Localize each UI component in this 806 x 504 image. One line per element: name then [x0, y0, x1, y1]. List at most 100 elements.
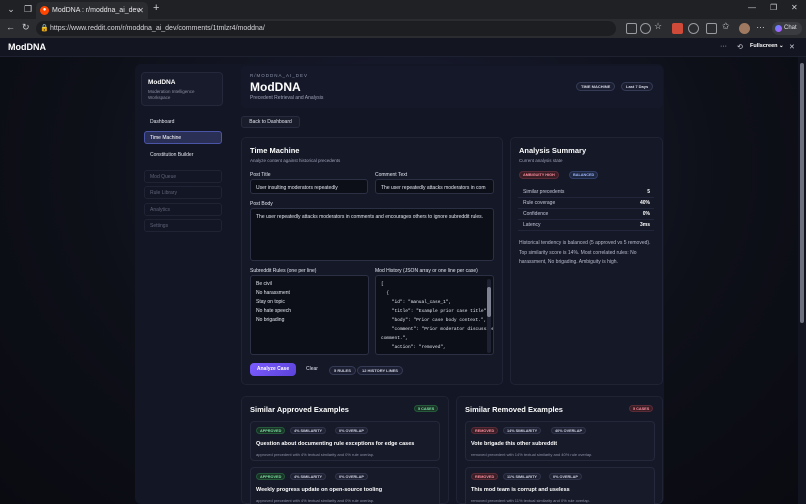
- history-scrollbar[interactable]: [487, 279, 491, 353]
- overlap-badge: 0% OVERLAP: [549, 473, 582, 480]
- approved-count-badge: 5 CASES: [414, 405, 439, 412]
- profile-avatar[interactable]: [739, 23, 750, 34]
- minimize-icon[interactable]: —: [748, 3, 756, 12]
- back-icon[interactable]: ←: [6, 22, 15, 32]
- example-description: approved precedent with 4% textual simil…: [256, 452, 375, 457]
- approved-example-item[interactable]: APPROVED 4% SIMILARITY 0% OVERLAP Weekly…: [250, 467, 440, 504]
- analyze-case-button[interactable]: Analyze Case: [250, 363, 296, 376]
- browser-tab[interactable]: ● ModDNA : r/moddna_ai_dev ✕: [36, 2, 148, 19]
- sidebar-item-time-machine[interactable]: Time Machine: [144, 131, 222, 144]
- analysis-summary-title: Analysis Summary: [519, 146, 587, 155]
- app-header: ModDNA ··· ⟲ Fullscreen ⌄ ✕: [0, 38, 806, 57]
- stat-value: 0%: [642, 211, 650, 217]
- ambiguity-badge: AMBIGUITY HIGH: [519, 171, 559, 179]
- status-badge: APPROVED: [256, 427, 286, 434]
- sidebar-item-constitution-builder[interactable]: Constitution Builder: [144, 148, 222, 161]
- chat-button[interactable]: Chat: [772, 22, 802, 35]
- stat-value: 5: [647, 189, 650, 195]
- sidebar-item-settings[interactable]: Settings: [144, 219, 222, 232]
- overlap-badge: 0% OVERLAP: [335, 427, 368, 434]
- history-text: [ { "id": "manual_case_1", "title": "Exa…: [381, 282, 494, 350]
- example-title: Question about documenting rule exceptio…: [256, 441, 415, 447]
- rules-textarea[interactable]: Be civil No harassment Stay on topic No …: [250, 275, 369, 355]
- example-description: approved precedent with 4% textual simil…: [256, 498, 375, 503]
- lock-icon: 🔒: [40, 25, 49, 32]
- removed-example-item[interactable]: REMOVED 11% SIMILARITY 0% OVERLAP This m…: [465, 467, 655, 504]
- rule-line: Stay on topic: [256, 299, 285, 305]
- share-icon[interactable]: ⟲: [737, 43, 743, 51]
- split-screen-icon[interactable]: [706, 23, 717, 34]
- overlap-badge: 40% OVERLAP: [551, 427, 587, 434]
- close-app-icon[interactable]: ✕: [789, 43, 795, 51]
- sidebar-item-mod-queue[interactable]: Mod Queue: [144, 170, 222, 183]
- removed-example-item[interactable]: REMOVED 14% SIMILARITY 40% OVERLAP Vote …: [465, 421, 655, 461]
- more-icon[interactable]: …: [756, 20, 767, 31]
- stat-label: Latency: [523, 222, 541, 228]
- window-close-icon[interactable]: ✕: [791, 3, 798, 12]
- address-bar[interactable]: 🔒 https://www.reddit.com/r/moddna_ai_dev…: [36, 21, 616, 36]
- time-machine-subtitle: Analyze content against historical prece…: [250, 158, 341, 163]
- more-options-icon[interactable]: ···: [720, 43, 727, 50]
- app-available-icon[interactable]: [626, 23, 637, 34]
- stat-similar-precedents: Similar precedents 5: [518, 187, 654, 198]
- page-title: ModDNA: [250, 80, 301, 94]
- extension-icon[interactable]: [672, 23, 683, 34]
- comment-text-input[interactable]: The user repeatedly attacks moderators i…: [375, 179, 494, 194]
- workspaces-icon[interactable]: ❐: [20, 3, 36, 16]
- history-count-chip: 12 HISTORY LINES: [357, 366, 403, 375]
- tab-title: ModDNA : r/moddna_ai_dev: [52, 7, 140, 14]
- zoom-icon[interactable]: [640, 23, 651, 34]
- fullscreen-button[interactable]: Fullscreen ⌄: [750, 43, 784, 49]
- page-scrollbar[interactable]: [798, 57, 806, 504]
- sidebar-item-rule-library[interactable]: Rule Library: [144, 186, 222, 199]
- stat-value: 40%: [639, 200, 650, 206]
- stat-rule-coverage: Rule coverage 40%: [518, 198, 654, 209]
- copilot-icon[interactable]: [688, 23, 699, 34]
- comment-text-label: Comment Text: [375, 172, 408, 178]
- rules-label: Subreddit Rules (one per line): [250, 268, 317, 274]
- post-body-textarea[interactable]: The user repeatedly attacks moderators i…: [250, 208, 494, 261]
- scrollbar-thumb[interactable]: [800, 63, 804, 323]
- history-label: Mod History (JSON array or one line per …: [375, 268, 478, 274]
- status-badge: APPROVED: [256, 473, 286, 480]
- favorite-star-icon[interactable]: ☆: [654, 21, 665, 32]
- fullscreen-label: Fullscreen: [750, 43, 778, 49]
- browser-chrome: ⌄ ❐ ● ModDNA : r/moddna_ai_dev ✕ + — ❐ ✕…: [0, 0, 806, 38]
- favorites-icon[interactable]: ✩: [722, 21, 733, 32]
- sidebar-item-dashboard[interactable]: Dashboard: [144, 115, 222, 128]
- history-textarea[interactable]: [ { "id": "manual_case_1", "title": "Exa…: [375, 275, 494, 355]
- analysis-summary-text: Historical tendency is balanced (5 appro…: [519, 240, 651, 265]
- address-row: ← ↻ 🔒 https://www.reddit.com/r/moddna_ai…: [0, 19, 806, 38]
- stat-confidence: Confidence 0%: [518, 209, 654, 220]
- tab-menu-icon[interactable]: ⌄: [3, 3, 19, 16]
- close-tab-icon[interactable]: ✕: [137, 2, 144, 19]
- balance-badge: BALANCED: [569, 171, 599, 179]
- sidebar-item-analytics[interactable]: Analytics: [144, 203, 222, 216]
- mode-chip: TIME MACHINE: [576, 82, 616, 91]
- restore-icon[interactable]: ❐: [770, 3, 777, 12]
- new-tab-icon[interactable]: +: [153, 2, 159, 14]
- example-description: removed precedent with 14% textual simil…: [471, 452, 593, 457]
- approved-examples-title: Similar Approved Examples: [250, 405, 349, 414]
- post-title-input[interactable]: User insulting moderators repeatedly: [250, 179, 368, 194]
- clear-button[interactable]: Clear: [301, 363, 323, 376]
- page-subtitle: Precedent Retrieval and Analysis: [250, 95, 324, 101]
- reload-icon[interactable]: ↻: [22, 22, 30, 33]
- stat-label: Rule coverage: [523, 200, 556, 206]
- workspace-title: ModDNA: [148, 79, 176, 86]
- chat-icon: [775, 25, 782, 32]
- rule-line: No brigading: [256, 317, 285, 323]
- stat-latency: Latency 3ms: [518, 220, 654, 231]
- rule-line: No harassment: [256, 290, 290, 296]
- back-to-dashboard-button[interactable]: Back to Dashboard: [241, 116, 300, 128]
- similarity-badge: 4% SIMILARITY: [290, 473, 327, 480]
- range-chip[interactable]: Last 7 Days: [621, 82, 654, 91]
- example-title: Vote brigade this other subreddit: [471, 441, 558, 447]
- post-title-label: Post Title: [250, 172, 271, 178]
- history-scrollbar-thumb[interactable]: [487, 287, 491, 317]
- tab-strip: ⌄ ❐ ● ModDNA : r/moddna_ai_dev ✕ + — ❐ ✕: [0, 0, 806, 19]
- app-brand: ModDNA: [8, 42, 46, 52]
- example-title: Weekly progress update on open-source to…: [256, 487, 383, 493]
- url-text: https://www.reddit.com/r/moddna_ai_dev/c…: [50, 25, 265, 32]
- approved-example-item[interactable]: APPROVED 4% SIMILARITY 0% OVERLAP Questi…: [250, 421, 440, 461]
